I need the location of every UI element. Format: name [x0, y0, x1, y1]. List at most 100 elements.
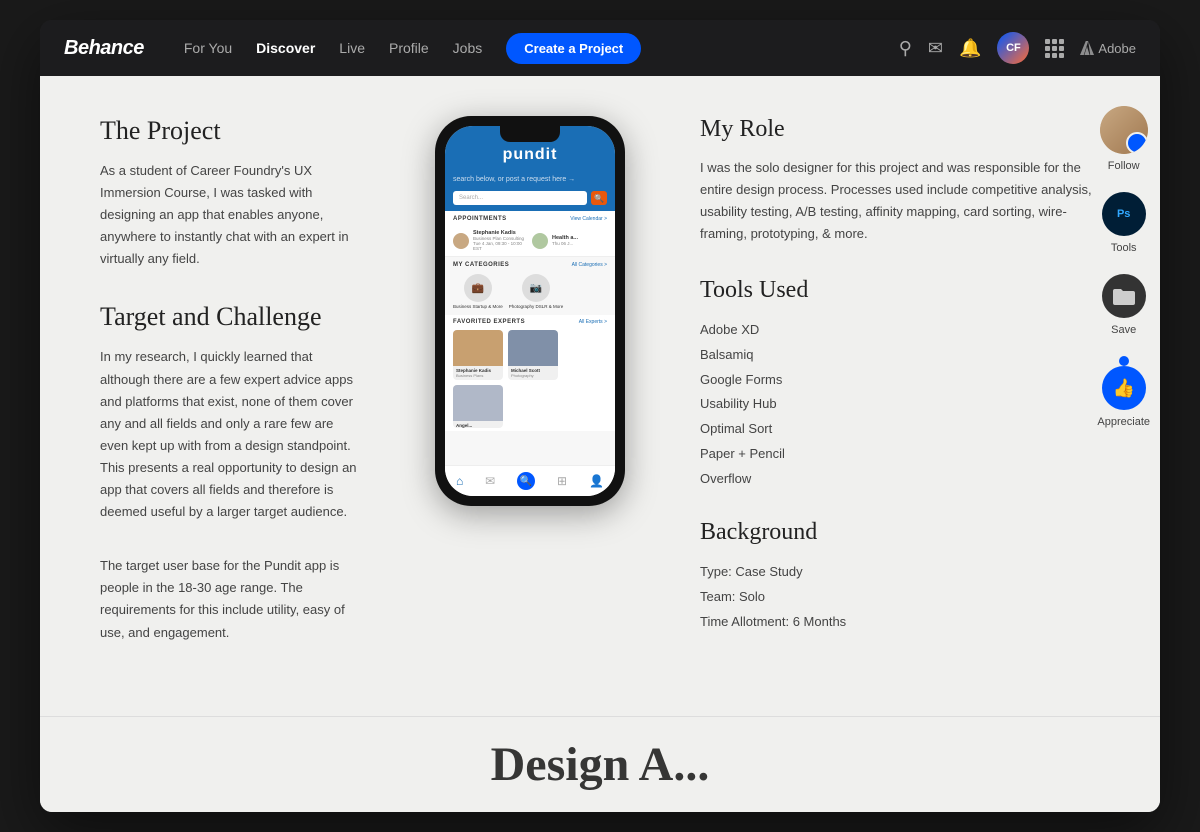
phone-search-button[interactable]: 🔍	[591, 191, 607, 205]
expert3-image	[453, 385, 503, 421]
phone-mail-icon[interactable]: ✉	[485, 474, 495, 488]
tools-action[interactable]: Ps Tools	[1102, 192, 1146, 254]
bottom-teaser: Design A...	[40, 716, 1160, 812]
nav-live[interactable]: Live	[339, 40, 365, 56]
left-column: The Project As a student of Career Found…	[100, 116, 380, 676]
expert2-name: Michael Scott	[508, 366, 558, 373]
grid-icon[interactable]	[1045, 39, 1064, 58]
phone-search-nav-icon[interactable]: 🔍	[517, 472, 535, 490]
expert-card-2: Michael Scott Photography	[508, 330, 558, 380]
appt1-info: Stephanie Kadis Business Plan Consulting…	[473, 230, 528, 251]
mail-icon[interactable]: ✉	[928, 38, 943, 59]
business-label: Business Startup & More	[453, 304, 503, 309]
nav-jobs[interactable]: Jobs	[453, 40, 483, 56]
phone-experts-header: FAVORITED EXPERTS All Experts >	[445, 315, 615, 327]
follow-label[interactable]: Follow	[1108, 160, 1140, 172]
phone-search-placeholder: Search...	[459, 195, 483, 201]
phone-categories: 💼 Business Startup & More 📷 Photography …	[445, 271, 615, 315]
tools-title: Tools Used	[700, 277, 1100, 304]
appointments-link[interactable]: View Calendar >	[570, 216, 607, 222]
experts-label: FAVORITED EXPERTS	[453, 319, 525, 325]
appt1-avatar	[453, 233, 469, 249]
phone-home-icon[interactable]: ⌂	[456, 474, 463, 488]
expert1-name: Stephanie Kadis	[453, 366, 503, 373]
appt2-sub: Thu 06 J...	[552, 241, 607, 246]
create-project-button[interactable]: Create a Project	[506, 33, 641, 64]
right-column: My Role I was the solo designer for this…	[680, 116, 1100, 676]
business-icon: 💼	[464, 274, 492, 302]
my-role-body: I was the solo designer for this project…	[700, 157, 1100, 245]
behance-logo[interactable]: Behance	[64, 37, 144, 60]
phone-mockup-column: pundit search below, or post a request h…	[420, 116, 640, 676]
nav-discover[interactable]: Discover	[256, 40, 315, 56]
project-title: The Project	[100, 116, 360, 146]
my-role-title: My Role	[700, 116, 1100, 143]
challenge-body2: The target user base for the Pundit app …	[100, 555, 360, 643]
background-team: Team: Solo	[700, 585, 1100, 610]
phone-outer: pundit search below, or post a request h…	[435, 116, 625, 506]
category-business: 💼 Business Startup & More	[453, 274, 503, 309]
challenge-body1: In my research, I quickly learned that a…	[100, 346, 360, 523]
appreciate-action[interactable]: 👍 Appreciate	[1097, 356, 1150, 428]
phone-grid-nav-icon[interactable]: ⊞	[557, 474, 567, 488]
expert-card-1: Stephanie Kadis Business Plans	[453, 330, 503, 380]
phone-profile-icon[interactable]: 👤	[589, 474, 604, 488]
expert2-image	[508, 330, 558, 366]
background-title: Background	[700, 519, 1100, 546]
navbar: Behance For You Discover Live Profile Jo…	[40, 20, 1160, 76]
background-details: Type: Case Study Team: Solo Time Allotme…	[700, 560, 1100, 634]
user-avatar[interactable]: CF	[997, 32, 1029, 64]
nav-for-you[interactable]: For You	[184, 40, 232, 56]
phone-notch	[500, 126, 560, 142]
bottom-teaser-text: Design A...	[100, 737, 1100, 792]
main-content: The Project As a student of Career Found…	[40, 76, 1160, 812]
tool-balsamiq: Balsamiq	[700, 343, 1100, 368]
category-photography: 📷 Photography DSLR & More	[509, 274, 564, 309]
save-action[interactable]: Save	[1102, 274, 1146, 336]
appointments-label: APPOINTMENTS	[453, 216, 507, 222]
nav-links: For You Discover Live Profile Jobs Creat…	[184, 33, 867, 64]
expert2-sub: Photography	[508, 373, 558, 380]
bell-icon[interactable]: 🔔	[959, 38, 981, 59]
phone-search-box[interactable]: Search...	[453, 191, 587, 205]
search-icon[interactable]: ⚲	[899, 38, 912, 59]
tool-optimal-sort: Optimal Sort	[700, 417, 1100, 442]
phone-categories-header: MY CATEGORIES All Categories >	[445, 257, 615, 271]
nav-profile[interactable]: Profile	[389, 40, 429, 56]
side-actions: Follow Ps Tools Save 👍 Appreciate	[1097, 106, 1150, 428]
phone-appointments-header: APPOINTMENTS View Calendar >	[445, 211, 615, 225]
tool-paper-pencil: Paper + Pencil	[700, 442, 1100, 467]
navbar-right: ⚲ ✉ 🔔 CF Adobe	[899, 32, 1136, 64]
phone-experts-grid: Stephanie Kadis Business Plans Michael S…	[445, 327, 615, 431]
appt1-sub: Business Plan Consulting Tue 4 Jan, 09:3…	[473, 236, 528, 251]
author-avatar	[1100, 106, 1148, 154]
all-categories-link[interactable]: All Categories >	[572, 262, 607, 268]
categories-label: MY CATEGORIES	[453, 262, 509, 268]
expert3-name: Angel...	[453, 421, 503, 428]
photoshop-icon: Ps	[1102, 192, 1146, 236]
expert-card-3: Angel...	[453, 385, 503, 428]
tool-usability-hub: Usability Hub	[700, 392, 1100, 417]
tool-overflow: Overflow	[700, 467, 1100, 492]
challenge-title: Target and Challenge	[100, 302, 360, 332]
save-icon	[1102, 274, 1146, 318]
tool-google-forms: Google Forms	[700, 368, 1100, 393]
expert1-image	[453, 330, 503, 366]
browser-window: Behance For You Discover Live Profile Jo…	[40, 20, 1160, 812]
save-label: Save	[1111, 324, 1136, 336]
phone-bottom-bar: ⌂ ✉ 🔍 ⊞ 👤	[445, 465, 615, 496]
appreciate-button[interactable]: 👍	[1102, 366, 1146, 410]
background-type: Type: Case Study	[700, 560, 1100, 585]
phone-search-row: Search... 🔍	[445, 187, 615, 211]
phone-body: APPOINTMENTS View Calendar > Stephanie K…	[445, 211, 615, 465]
phone-screen: pundit search below, or post a request h…	[445, 126, 615, 496]
photography-icon: 📷	[522, 274, 550, 302]
all-experts-link[interactable]: All Experts >	[579, 319, 607, 325]
appreciate-dot	[1119, 356, 1129, 366]
follow-action[interactable]: Follow	[1100, 106, 1148, 172]
tools-label: Tools	[1111, 242, 1137, 254]
background-section: Background Type: Case Study Team: Solo T…	[700, 519, 1100, 634]
phone-subbar: search below, or post a request here →	[445, 172, 615, 187]
expert1-sub: Business Plans	[453, 373, 503, 380]
appt2-info: Health a... Thu 06 J...	[552, 235, 607, 246]
